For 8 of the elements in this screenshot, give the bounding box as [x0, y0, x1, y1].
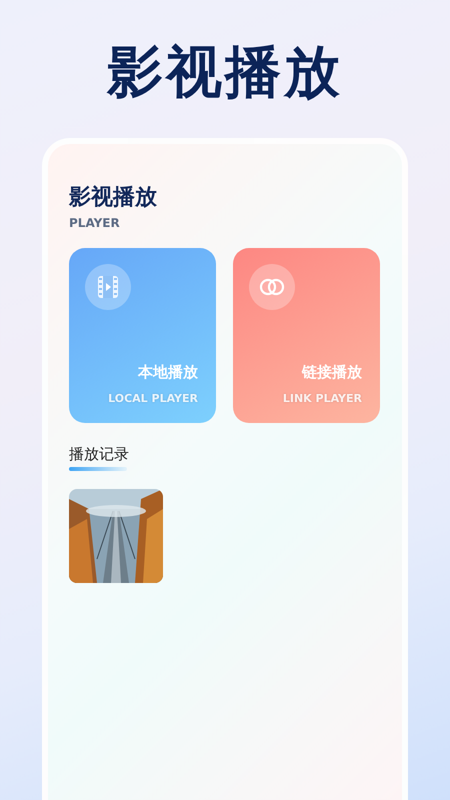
history-title: 播放记录 [69, 445, 130, 464]
link-icon [259, 277, 285, 297]
panel-subtitle: PLAYER [69, 216, 121, 230]
panel-title: 影视播放 [69, 184, 158, 212]
local-player-tile[interactable]: 本地播放 LOCAL PLAYER [69, 248, 216, 423]
link-player-tile[interactable]: 链接播放 LINK PLAYER [233, 248, 380, 423]
headline: 影视播放 [107, 39, 343, 107]
film-icon [97, 275, 119, 299]
